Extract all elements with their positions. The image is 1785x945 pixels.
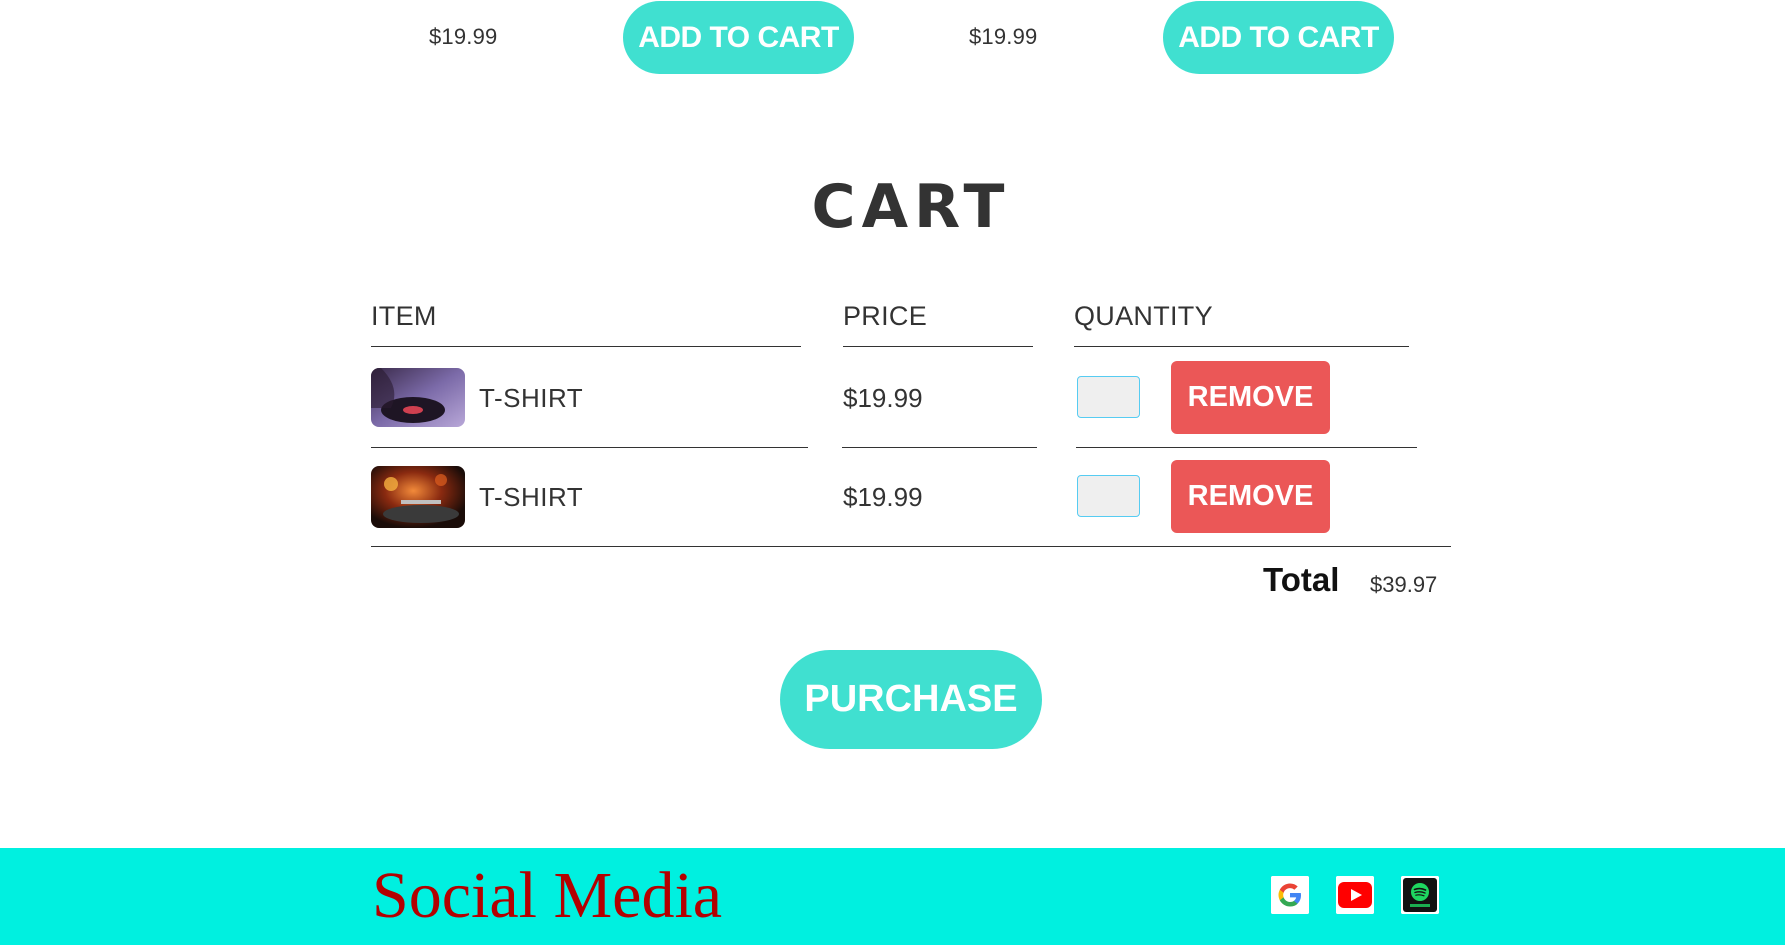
quantity-input[interactable] (1077, 475, 1140, 517)
product-price: $19.99 (969, 24, 1038, 49)
footer-title: Social Media (372, 859, 723, 932)
youtube-icon[interactable] (1336, 876, 1374, 914)
divider (371, 447, 808, 448)
item-image (371, 466, 465, 528)
quantity-input[interactable] (1077, 376, 1140, 418)
total-price: $39.97 (1370, 572, 1438, 597)
item-price: $19.99 (843, 482, 923, 512)
divider (843, 346, 1033, 347)
divider (371, 346, 801, 347)
item-image (371, 368, 465, 427)
total-label: Total (1263, 561, 1340, 598)
divider (1076, 447, 1417, 448)
remove-button[interactable]: REMOVE (1171, 460, 1330, 533)
column-header-price: PRICE (843, 301, 928, 331)
item-title: T-SHIRT (479, 383, 584, 413)
remove-button[interactable]: REMOVE (1171, 361, 1330, 434)
item-title: T-SHIRT (479, 482, 584, 512)
purchase-button[interactable]: PURCHASE (780, 650, 1042, 749)
column-header-quantity: QUANTITY (1074, 301, 1213, 331)
footer: Social Media (0, 848, 1785, 945)
divider (842, 447, 1037, 448)
spotify-icon[interactable] (1401, 876, 1439, 914)
add-to-cart-button[interactable]: ADD TO CART (623, 1, 854, 74)
add-to-cart-button[interactable]: ADD TO CART (1163, 1, 1394, 74)
divider (371, 546, 1451, 547)
column-header-item: ITEM (371, 301, 437, 331)
product-price: $19.99 (429, 24, 498, 49)
cart-title: CART (811, 172, 1011, 242)
item-price: $19.99 (843, 383, 923, 413)
divider (1074, 346, 1409, 347)
google-icon[interactable] (1271, 876, 1309, 914)
